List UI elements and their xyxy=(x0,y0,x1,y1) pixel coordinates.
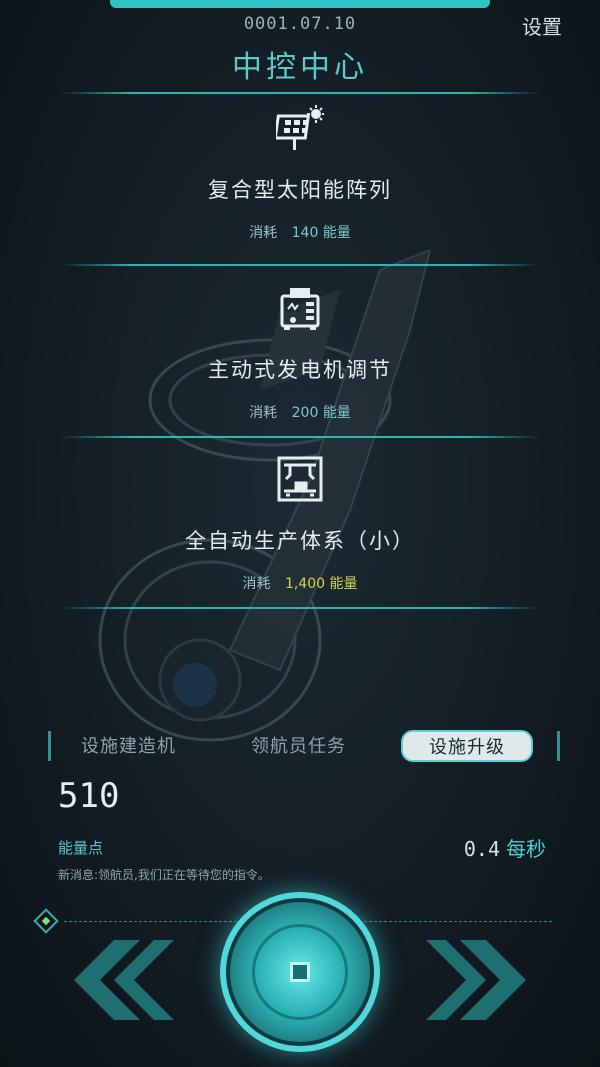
tab-facility-builder[interactable]: 设施建造机 xyxy=(81,732,176,758)
energy-rate-unit: 每秒 xyxy=(506,837,546,861)
settings-button[interactable]: 设置 xyxy=(522,11,562,40)
cost-label: 消耗 xyxy=(242,576,271,592)
item-cost: 消耗 200 能量 xyxy=(0,402,600,422)
tab-bar: 设施建造机 领航员任务 设施升级 xyxy=(48,730,560,762)
item-name: 主动式发电机调节 xyxy=(208,358,392,382)
tab-facility-upgrade[interactable]: 设施升级 xyxy=(401,730,533,762)
upgrade-item-generator[interactable]: 主动式发电机调节 消耗 200 能量 xyxy=(0,284,600,422)
page-title: 中控中心 xyxy=(232,50,368,85)
divider xyxy=(60,607,540,609)
factory-arm-icon xyxy=(277,456,323,502)
cost-value: 1,400 能量 xyxy=(284,576,358,592)
top-accent-bar xyxy=(110,0,490,8)
divider xyxy=(60,92,540,94)
cost-value: 140 能量 xyxy=(291,225,351,241)
item-cost: 消耗 1,400 能量 xyxy=(0,573,600,593)
solar-panel-icon xyxy=(273,105,324,150)
core-button-icon xyxy=(290,962,310,982)
energy-points-value: 510 xyxy=(58,776,120,816)
game-date: 0001.07.10 xyxy=(243,14,357,34)
energy-rate: 0.4 每秒 xyxy=(464,833,546,862)
status-message: 新消息:领航员,我们正在等待您的指令。 xyxy=(58,868,270,882)
energy-rate-value: 0.4 xyxy=(463,837,500,861)
cost-value: 200 能量 xyxy=(291,405,351,421)
divider xyxy=(60,264,540,266)
item-name: 复合型太阳能阵列 xyxy=(208,178,392,202)
cost-label: 消耗 xyxy=(249,405,278,421)
double-chevron-left-icon[interactable] xyxy=(56,940,176,1020)
double-chevron-right-icon[interactable] xyxy=(424,940,544,1020)
item-name: 全自动生产体系（小） xyxy=(185,529,415,553)
upgrade-item-solar-array[interactable]: 复合型太阳能阵列 消耗 140 能量 xyxy=(0,104,600,242)
item-cost: 消耗 140 能量 xyxy=(0,222,600,242)
upgrade-item-production-system[interactable]: 全自动生产体系（小） 消耗 1,400 能量 xyxy=(0,455,600,593)
diamond-marker-icon xyxy=(33,908,59,934)
divider xyxy=(60,436,540,438)
tab-navigator-missions[interactable]: 领航员任务 xyxy=(251,732,346,758)
cost-label: 消耗 xyxy=(249,225,278,241)
core-button[interactable] xyxy=(220,892,380,1052)
energy-points-label: 能量点 xyxy=(58,839,104,857)
generator-icon xyxy=(280,288,320,330)
